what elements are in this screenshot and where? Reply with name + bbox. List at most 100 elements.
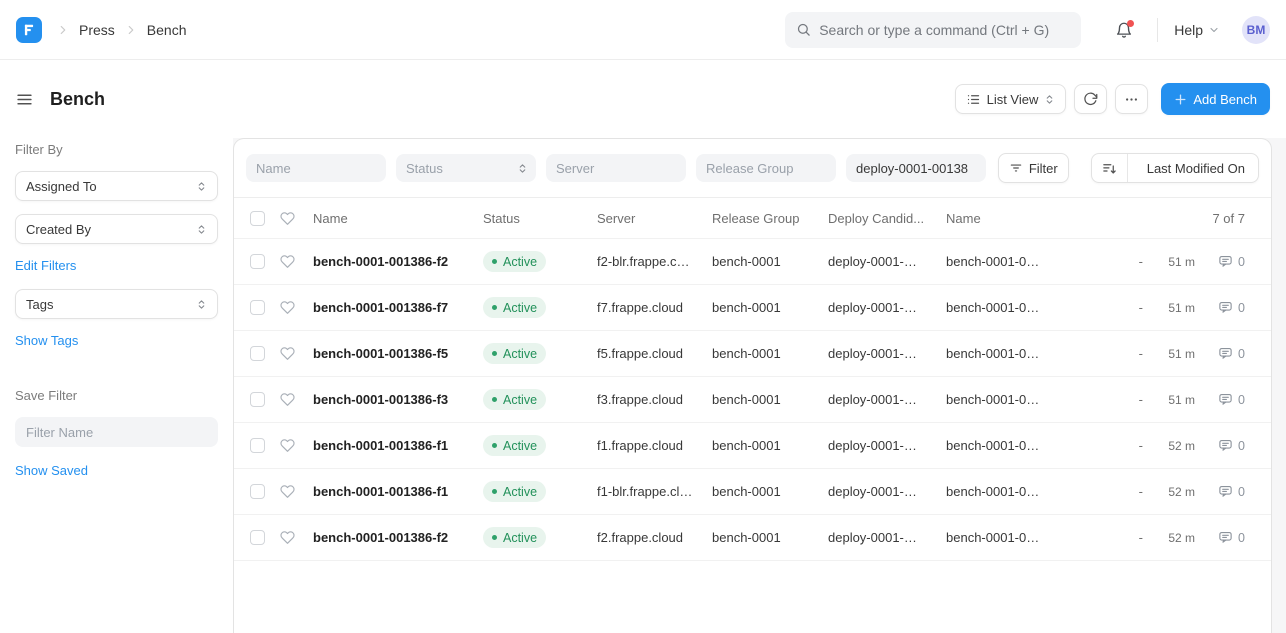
search-input[interactable]	[819, 22, 1070, 38]
select-all-checkbox[interactable]	[250, 211, 265, 226]
edit-filters-link[interactable]: Edit Filters	[15, 258, 76, 273]
bench-name[interactable]: bench-0001-001386-f7	[313, 300, 483, 315]
table-row[interactable]: bench-0001-001386-f3 Active f3.frappe.cl…	[234, 376, 1271, 422]
header-deploy-candidate[interactable]: Deploy Candid...	[828, 211, 946, 226]
name2-cell: bench-0001-0…	[946, 300, 1091, 315]
server-filter-input[interactable]	[546, 154, 686, 182]
release-group-cell: bench-0001	[712, 346, 828, 361]
filter-name-input[interactable]	[15, 417, 218, 447]
filter-by-label: Filter By	[15, 142, 218, 157]
favorite-column-icon	[280, 211, 295, 226]
row-checkbox[interactable]	[250, 530, 265, 545]
user-avatar[interactable]: BM	[1242, 16, 1270, 44]
heart-icon	[280, 438, 295, 453]
header-name[interactable]: Name	[313, 211, 483, 226]
empty-cell: -	[1091, 254, 1143, 269]
show-tags-link[interactable]: Show Tags	[15, 333, 78, 348]
frappe-logo[interactable]	[16, 17, 42, 43]
row-checkbox[interactable]	[250, 300, 265, 315]
header-release-group[interactable]: Release Group	[712, 211, 828, 226]
chevron-right-icon	[124, 23, 138, 37]
assigned-to-filter[interactable]: Assigned To	[15, 171, 218, 201]
name2-cell: bench-0001-0…	[946, 346, 1091, 361]
comments-cell: 0	[1195, 530, 1245, 545]
more-options-button[interactable]	[1115, 84, 1148, 114]
bench-name[interactable]: bench-0001-001386-f3	[313, 392, 483, 407]
sidebar-toggle-button[interactable]	[16, 91, 33, 108]
refresh-button[interactable]	[1074, 84, 1107, 114]
sort-button[interactable]: Last Modified On	[1091, 153, 1259, 183]
breadcrumb-bench[interactable]: Bench	[147, 22, 187, 38]
favorite-button[interactable]	[280, 530, 295, 545]
server-cell: f1-blr.frappe.cl…	[597, 484, 712, 499]
favorite-button[interactable]	[280, 392, 295, 407]
table-row[interactable]: bench-0001-001386-f7 Active f7.frappe.cl…	[234, 284, 1271, 330]
favorite-button[interactable]	[280, 346, 295, 361]
bench-name[interactable]: bench-0001-001386-f1	[313, 438, 483, 453]
show-saved-link[interactable]: Show Saved	[15, 463, 88, 478]
comment-count: 0	[1238, 531, 1245, 545]
table-row[interactable]: bench-0001-001386-f2 Active f2-blr.frapp…	[234, 238, 1271, 284]
command-search[interactable]	[785, 12, 1081, 48]
notification-dot	[1127, 20, 1134, 27]
bench-name[interactable]: bench-0001-001386-f1	[313, 484, 483, 499]
breadcrumb-press[interactable]: Press	[79, 22, 115, 38]
filter-button[interactable]: Filter	[998, 153, 1069, 183]
row-checkbox[interactable]	[250, 346, 265, 361]
breadcrumb: Press Bench	[56, 22, 187, 38]
row-checkbox[interactable]	[250, 254, 265, 269]
name2-cell: bench-0001-0…	[946, 254, 1091, 269]
server-cell: f5.frappe.cloud	[597, 346, 712, 361]
bench-name[interactable]: bench-0001-001386-f2	[313, 254, 483, 269]
view-selector-button[interactable]: List View	[955, 84, 1067, 114]
heart-icon	[280, 300, 295, 315]
status-dot-icon	[492, 443, 497, 448]
server-cell: f2-blr.frappe.c…	[597, 254, 712, 269]
sort-icon-segment[interactable]	[1092, 154, 1128, 182]
help-menu[interactable]: Help	[1174, 22, 1220, 38]
row-checkbox[interactable]	[250, 438, 265, 453]
comment-icon	[1218, 300, 1233, 315]
add-bench-button[interactable]: Add Bench	[1161, 83, 1270, 115]
assigned-to-label: Assigned To	[26, 179, 97, 194]
favorite-button[interactable]	[280, 438, 295, 453]
comment-icon	[1218, 530, 1233, 545]
status-cell: Active	[483, 389, 597, 410]
header-name2[interactable]: Name	[946, 211, 1091, 226]
comments-cell: 0	[1195, 254, 1245, 269]
created-by-filter[interactable]: Created By	[15, 214, 218, 244]
row-checkbox[interactable]	[250, 484, 265, 499]
row-checkbox[interactable]	[250, 392, 265, 407]
deploy-candidate-filter-input[interactable]	[846, 154, 986, 182]
tags-filter[interactable]: Tags	[15, 289, 218, 319]
bench-name[interactable]: bench-0001-001386-f5	[313, 346, 483, 361]
name2-cell: bench-0001-0…	[946, 438, 1091, 453]
status-label: Active	[503, 255, 537, 269]
page-title: Bench	[50, 89, 105, 110]
favorite-button[interactable]	[280, 254, 295, 269]
header-status[interactable]: Status	[483, 211, 597, 226]
last-modified-cell: 51 m	[1143, 301, 1195, 315]
name-filter-input[interactable]	[246, 154, 386, 182]
comments-cell: 0	[1195, 438, 1245, 453]
deploy-candidate-cell: deploy-0001-…	[828, 484, 946, 499]
favorite-button[interactable]	[280, 300, 295, 315]
bench-name[interactable]: bench-0001-001386-f2	[313, 530, 483, 545]
table-row[interactable]: bench-0001-001386-f5 Active f5.frappe.cl…	[234, 330, 1271, 376]
notifications-button[interactable]	[1115, 21, 1133, 39]
deploy-candidate-cell: deploy-0001-…	[828, 254, 946, 269]
favorite-button[interactable]	[280, 484, 295, 499]
server-cell: f1.frappe.cloud	[597, 438, 712, 453]
header-server[interactable]: Server	[597, 211, 712, 226]
table-row[interactable]: bench-0001-001386-f1 Active f1.frappe.cl…	[234, 422, 1271, 468]
comment-icon	[1218, 438, 1233, 453]
status-filter-select[interactable]: Status	[396, 154, 536, 182]
name2-cell: bench-0001-0…	[946, 392, 1091, 407]
sidebar-spacer	[15, 364, 218, 386]
sort-field-label[interactable]: Last Modified On	[1134, 154, 1258, 182]
release-group-filter-input[interactable]	[696, 154, 836, 182]
heart-icon	[280, 392, 295, 407]
table-row[interactable]: bench-0001-001386-f1 Active f1-blr.frapp…	[234, 468, 1271, 514]
table-row[interactable]: bench-0001-001386-f2 Active f2.frappe.cl…	[234, 514, 1271, 560]
ellipsis-icon	[1124, 92, 1139, 107]
